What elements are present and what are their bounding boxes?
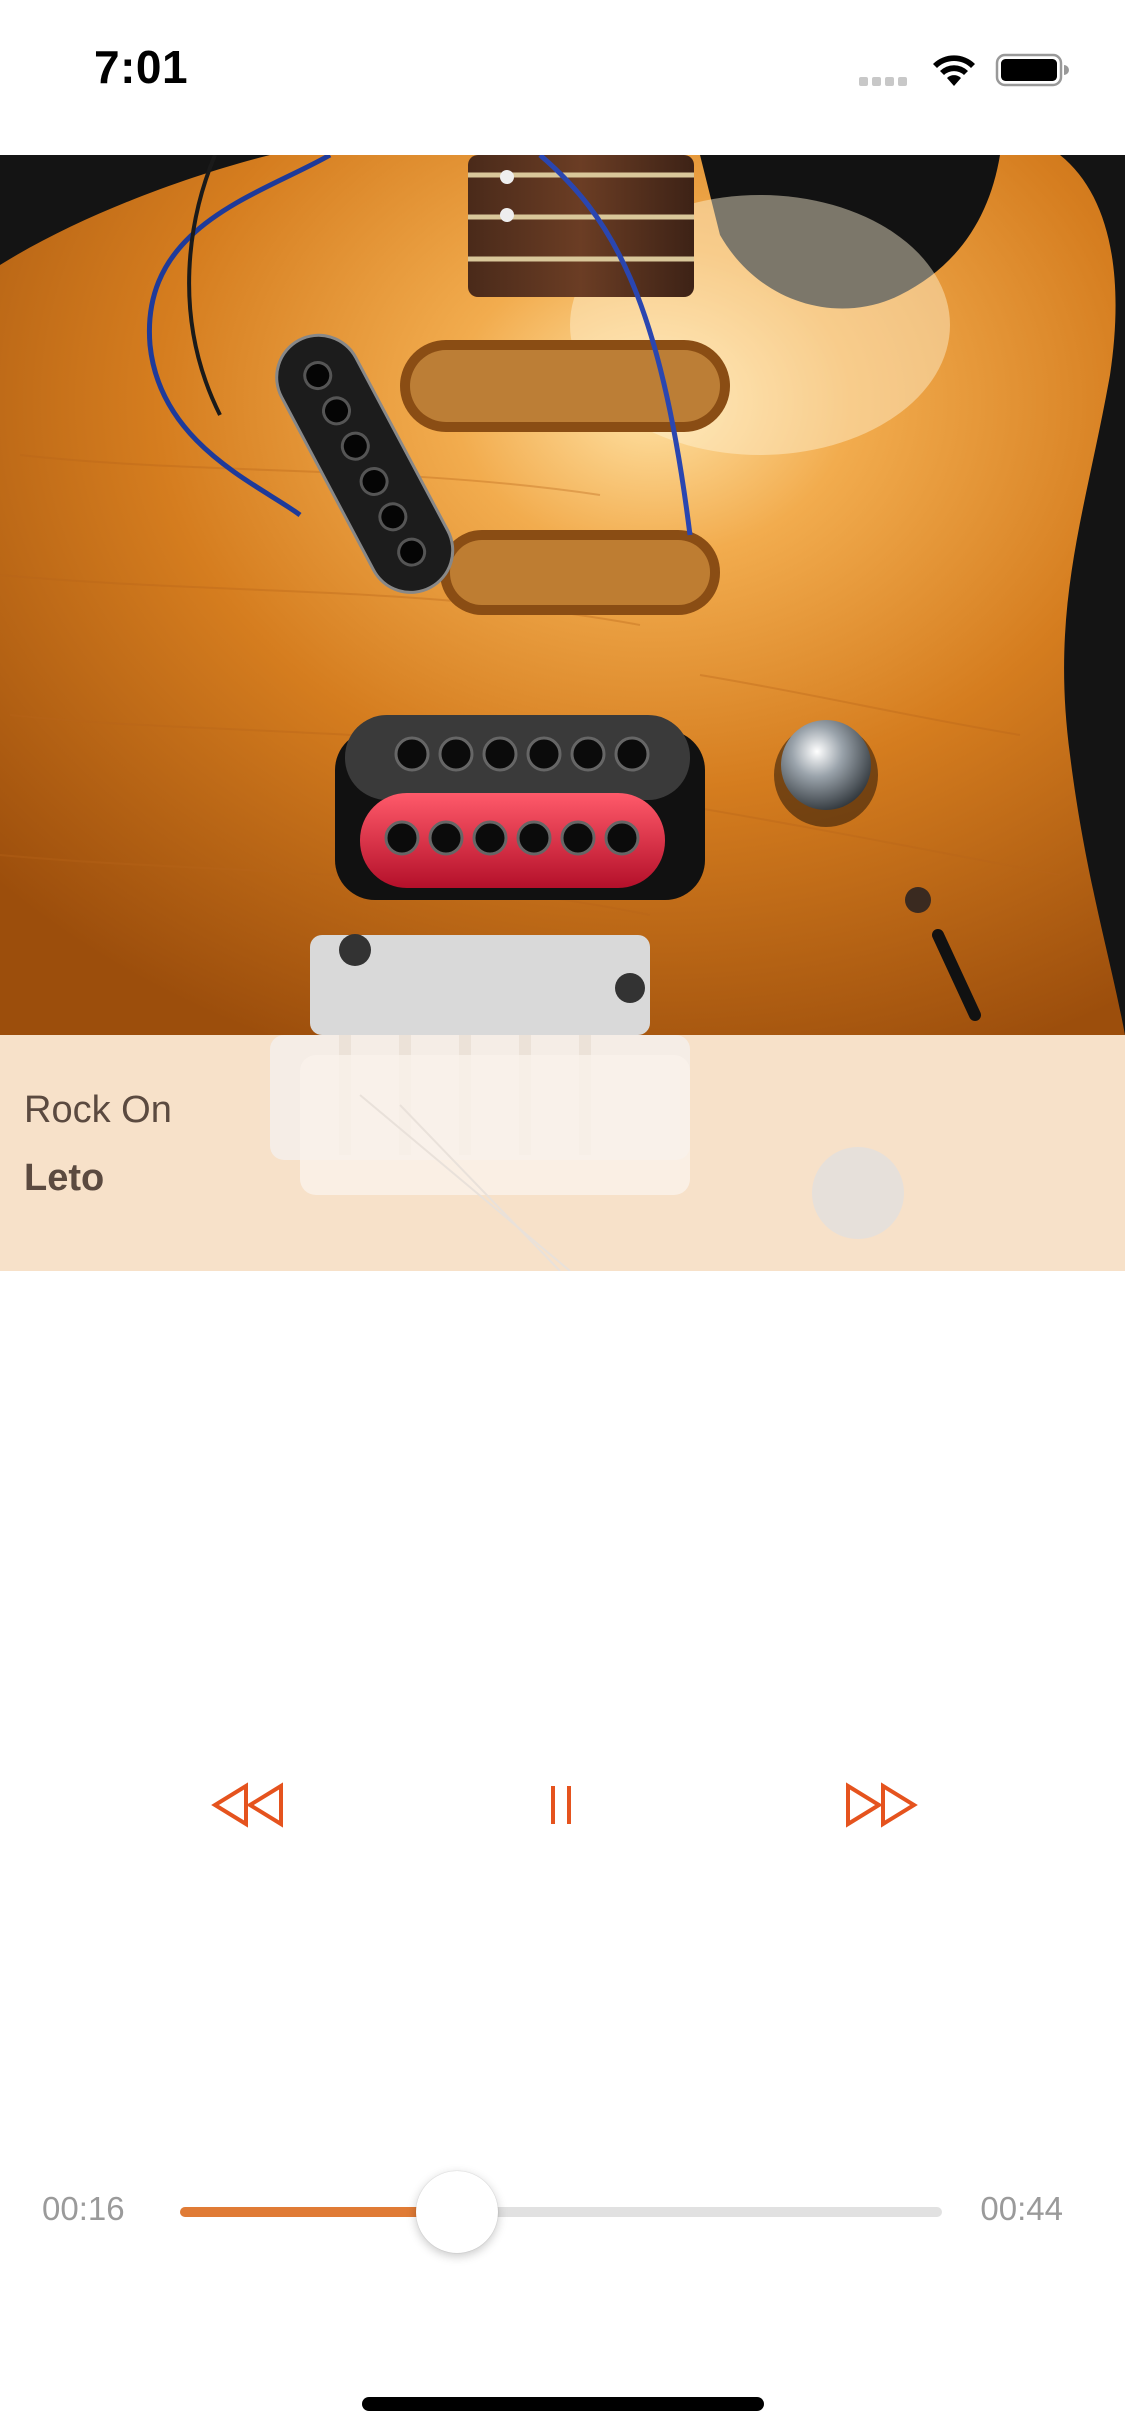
track-title: Rock On xyxy=(24,1089,172,1131)
album-artwork xyxy=(0,155,1125,1035)
now-playing-screen: 7:01 Rock On Leto 00:16 00:44 xyxy=(0,0,1125,2436)
total-time: 00:44 xyxy=(980,2190,1063,2227)
fast-forward-button[interactable] xyxy=(836,1770,926,1840)
fast-forward-icon xyxy=(846,1782,918,1828)
battery-icon xyxy=(995,53,1069,87)
progress-row: 00:16 00:44 xyxy=(0,2170,1125,2253)
status-icons xyxy=(857,50,1077,90)
rewind-button[interactable] xyxy=(203,1770,293,1840)
transport-controls xyxy=(0,1770,1125,1840)
status-time: 7:01 xyxy=(94,41,189,93)
pause-button[interactable] xyxy=(517,1770,607,1840)
home-indicator[interactable] xyxy=(362,2397,764,2411)
track-info-veil xyxy=(0,1035,1125,1271)
elapsed-time: 00:16 xyxy=(42,2190,125,2227)
progress-thumb[interactable] xyxy=(416,2171,499,2253)
progress-slider[interactable] xyxy=(180,2171,942,2253)
track-info-panel: Rock On Leto xyxy=(0,1035,1125,1271)
wifi-icon xyxy=(933,55,975,86)
track-artist: Leto xyxy=(24,1157,105,1199)
status-bar: 7:01 xyxy=(0,0,1125,155)
pause-icon xyxy=(551,1786,571,1824)
cellular-signal-icon xyxy=(859,77,907,86)
rewind-icon xyxy=(211,1782,283,1828)
